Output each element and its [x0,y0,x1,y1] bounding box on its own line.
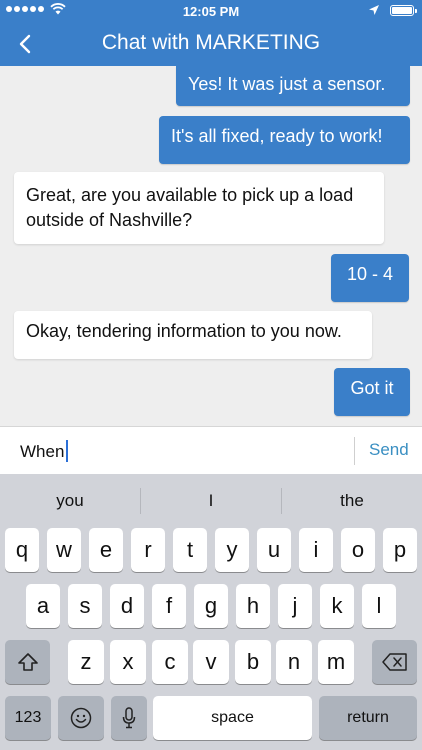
key-e[interactable]: e [89,528,123,572]
suggestion-1[interactable]: you [0,474,140,528]
key-o[interactable]: o [341,528,375,572]
emoji-icon [70,707,92,729]
message-text-line: Great, are you available to pick up a lo… [26,185,354,205]
key-y[interactable]: y [215,528,249,572]
numbers-key[interactable]: 123 [5,696,51,740]
key-c[interactable]: c [152,640,188,684]
key-h[interactable]: h [236,584,270,628]
message-text: Yes! It was just a sensor. [188,74,386,94]
status-time: 12:05 PM [182,4,240,19]
key-j[interactable]: j [278,584,312,628]
message-text-line: outside of Nashville? [26,210,193,230]
key-a[interactable]: a [26,584,60,628]
message-text: Got it [350,378,394,398]
key-n[interactable]: n [276,640,312,684]
key-u[interactable]: u [257,528,291,572]
key-r[interactable]: r [131,528,165,572]
key-i[interactable]: i [299,528,333,572]
suggestion-3[interactable]: the [282,474,422,528]
return-key[interactable]: return [319,696,417,740]
key-s[interactable]: s [68,584,102,628]
space-key[interactable]: space [153,696,312,740]
key-p[interactable]: p [383,528,417,572]
message-bubble-incoming: Okay, tendering information to you now. [14,311,372,359]
key-q[interactable]: q [5,528,39,572]
message-list[interactable]: Yes! It was just a sensor. It's all fixe… [0,66,422,426]
send-button[interactable]: Send [369,440,409,460]
key-w[interactable]: w [47,528,81,572]
shift-icon [17,653,38,671]
key-t[interactable]: t [173,528,207,572]
key-d[interactable]: d [110,584,144,628]
location-arrow-icon [369,5,379,15]
app-header: 12:05 PM Chat with MARKETING [0,0,422,66]
keyboard: you I the q w e r t y u i o p a s d f g … [0,474,422,750]
message-input[interactable]: When [20,440,69,462]
shift-key[interactable] [5,640,50,684]
compose-divider [354,437,355,465]
emoji-key[interactable] [58,696,104,740]
key-k[interactable]: k [320,584,354,628]
delete-key[interactable] [372,640,417,684]
message-text: It's all fixed, ready to work! [171,126,383,146]
key-b[interactable]: b [235,640,271,684]
key-z[interactable]: z [68,640,104,684]
dictation-key[interactable] [111,696,147,740]
message-text: 10 - 4 [346,264,394,284]
message-bubble-outgoing: Yes! It was just a sensor. [176,66,410,106]
microphone-icon [122,707,136,729]
key-m[interactable]: m [318,640,354,684]
message-bubble-outgoing: 10 - 4 [331,254,409,302]
status-bar: 12:05 PM [0,0,422,22]
text-caret [66,440,69,462]
key-v[interactable]: v [193,640,229,684]
backspace-icon [381,653,407,671]
key-g[interactable]: g [194,584,228,628]
message-bubble-incoming: Great, are you available to pick up a lo… [14,172,384,244]
compose-bar: When Send [0,426,422,474]
suggestion-2[interactable]: I [141,474,281,528]
message-input-value: When [20,442,65,461]
message-bubble-outgoing: Got it [334,368,410,416]
nav-bar: Chat with MARKETING [0,22,422,66]
key-f[interactable]: f [152,584,186,628]
message-bubble-outgoing: It's all fixed, ready to work! [159,116,410,164]
message-text: Okay, tendering information to you now. [26,321,342,341]
key-l[interactable]: l [362,584,396,628]
page-title: Chat with MARKETING [101,31,321,54]
battery-icon [390,4,417,16]
key-x[interactable]: x [110,640,146,684]
